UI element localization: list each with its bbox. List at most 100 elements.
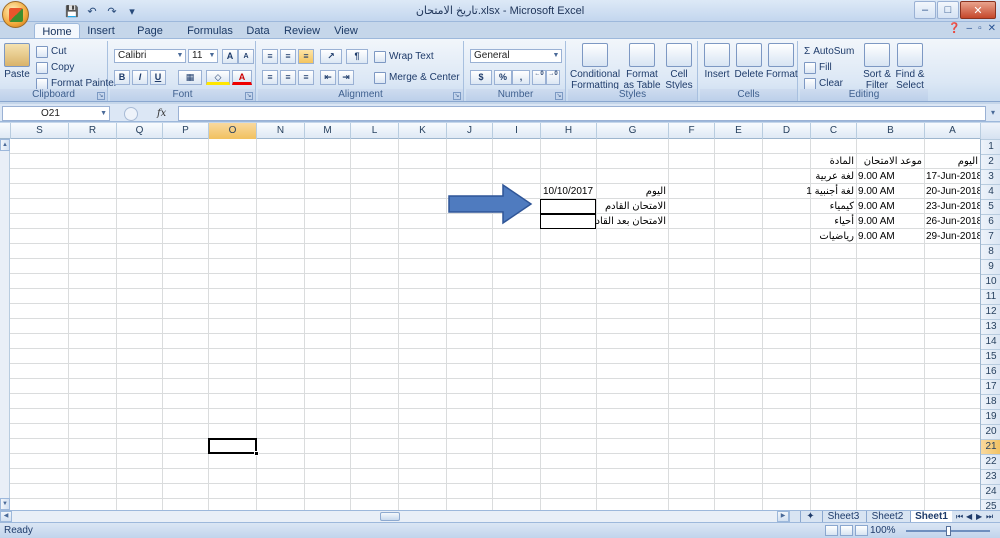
currency-button[interactable]: $	[470, 70, 492, 85]
today-label[interactable]: اليوم	[596, 184, 668, 199]
align-top-icon[interactable]: ≡	[262, 49, 278, 64]
row-header[interactable]: 1	[981, 139, 1000, 154]
format-cells-button[interactable]: Format	[766, 43, 798, 80]
cell-area[interactable]: اليوم موعد الامتحان المادة 17-Jun-2018 9…	[10, 139, 982, 510]
page-layout-view-icon[interactable]	[840, 525, 853, 536]
column-header[interactable]: A	[924, 123, 980, 139]
cancel-entry-icon[interactable]	[123, 106, 138, 121]
header-exam-time[interactable]: موعد الامتحان	[856, 154, 924, 169]
exam-time[interactable]: 9.00 AM	[856, 199, 924, 214]
vertical-scrollbar[interactable]: ▲ ▼	[0, 139, 10, 510]
row-header[interactable]: 9	[981, 259, 1000, 274]
format-as-table-button[interactable]: Format as Table	[622, 43, 662, 91]
row-header[interactable]: 10	[981, 274, 1000, 289]
row-header[interactable]: 11	[981, 289, 1000, 304]
column-header[interactable]: P	[162, 123, 208, 139]
scroll-up-icon[interactable]: ▲	[0, 139, 10, 151]
first-sheet-icon[interactable]: ⏮	[956, 512, 963, 522]
comma-button[interactable]: ,	[512, 70, 530, 85]
ribbon-restore-icon[interactable]: ▫	[978, 23, 982, 34]
cut-button[interactable]: Cut	[36, 44, 67, 59]
scroll-down-icon[interactable]: ▼	[0, 498, 10, 510]
maximize-button[interactable]: □	[937, 1, 959, 19]
row-header[interactable]: 23	[981, 469, 1000, 484]
row-header[interactable]: 17	[981, 379, 1000, 394]
row-header[interactable]: 3	[981, 169, 1000, 184]
font-launcher-icon[interactable]: ↘	[245, 92, 253, 100]
find-select-button[interactable]: Find & Select	[894, 43, 926, 91]
delete-cells-button[interactable]: Delete	[734, 43, 764, 80]
exam-date[interactable]: 29-Jun-2018	[924, 229, 982, 244]
row-header[interactable]: 22	[981, 454, 1000, 469]
decrease-indent-icon[interactable]: ⇤	[320, 70, 336, 85]
zoom-slider-knob[interactable]	[946, 526, 951, 536]
formula-input[interactable]	[178, 106, 986, 121]
help-icon[interactable]: ❓	[948, 23, 960, 34]
exam-subject[interactable]: لغة أجنبية 1	[790, 184, 856, 199]
column-header[interactable]: M	[304, 123, 350, 139]
column-header[interactable]: R	[68, 123, 116, 139]
sort-filter-button[interactable]: Sort & Filter	[862, 43, 892, 91]
column-header[interactable]: F	[668, 123, 714, 139]
next-exam-label[interactable]: الامتحان القادم	[596, 199, 668, 214]
expand-formula-bar-icon[interactable]: ▾	[988, 106, 998, 121]
column-header[interactable]: D	[762, 123, 810, 139]
next-sheet-icon[interactable]: ▶	[976, 512, 982, 521]
row-header[interactable]: 14	[981, 334, 1000, 349]
tab-insert[interactable]: Insert	[80, 23, 122, 39]
prev-sheet-icon[interactable]: ◀	[966, 512, 972, 521]
tab-page-layout[interactable]: Page Layout	[122, 23, 178, 49]
row-header[interactable]: 5	[981, 199, 1000, 214]
exam-time[interactable]: 9.00 AM	[856, 169, 924, 184]
copy-button[interactable]: Copy	[36, 60, 74, 75]
normal-view-icon[interactable]	[825, 525, 838, 536]
paste-button[interactable]: Paste	[4, 43, 30, 80]
align-center-icon[interactable]: ≡	[280, 70, 296, 85]
column-header[interactable]: S	[10, 123, 68, 139]
increase-indent-icon[interactable]: ⇥	[338, 70, 354, 85]
font-family-select[interactable]: Calibri ▼	[114, 49, 186, 63]
row-header[interactable]: 6	[981, 214, 1000, 229]
column-header[interactable]: I	[492, 123, 540, 139]
font-size-select[interactable]: 11 ▼	[188, 49, 218, 63]
exam-date[interactable]: 23-Jun-2018	[924, 199, 982, 214]
tab-review[interactable]: Review	[284, 23, 320, 39]
underline-button[interactable]: U	[150, 70, 166, 85]
column-header-selected[interactable]: O	[208, 123, 256, 139]
row-header[interactable]: 8	[981, 244, 1000, 259]
exam-subject[interactable]: أحياء	[790, 214, 856, 229]
row-header[interactable]: 12	[981, 304, 1000, 319]
row-header[interactable]: 4	[981, 184, 1000, 199]
conditional-formatting-button[interactable]: Conditional Formatting	[570, 43, 620, 91]
row-header-selected[interactable]: 21	[981, 439, 1000, 454]
exam-date[interactable]: 26-Jun-2018	[924, 214, 982, 229]
column-header[interactable]: B	[856, 123, 924, 139]
exam-date[interactable]: 17-Jun-2018	[924, 169, 982, 184]
row-header[interactable]: 16	[981, 364, 1000, 379]
minimize-button[interactable]: –	[914, 1, 936, 19]
name-box[interactable]: O21 ▼	[2, 106, 110, 121]
exam-subject[interactable]: كيمياء	[790, 199, 856, 214]
rtl-icon[interactable]: ¶	[346, 49, 368, 64]
insert-cells-button[interactable]: Insert	[702, 43, 732, 80]
exam-time[interactable]: 9.00 AM	[856, 214, 924, 229]
column-header[interactable]: J	[446, 123, 492, 139]
decrease-decimal-button[interactable]: →0	[546, 70, 560, 85]
select-all-corner[interactable]	[980, 123, 1000, 139]
align-left-icon[interactable]: ≡	[262, 70, 278, 85]
row-header[interactable]: 25	[981, 499, 1000, 510]
ribbon-minimize-icon[interactable]: –	[967, 23, 973, 34]
row-header[interactable]: 20	[981, 424, 1000, 439]
column-header[interactable]: E	[714, 123, 762, 139]
ribbon-close-icon[interactable]: ✕	[988, 23, 996, 34]
align-bottom-icon[interactable]: ≡	[298, 49, 314, 64]
alignment-launcher-icon[interactable]: ↘	[453, 92, 461, 100]
after-next-exam-label[interactable]: الامتحان بعد القادم	[586, 214, 668, 229]
column-header[interactable]: Q	[116, 123, 162, 139]
tab-data[interactable]: Data	[244, 23, 272, 39]
column-header[interactable]: L	[350, 123, 398, 139]
row-header[interactable]: 13	[981, 319, 1000, 334]
font-color-icon[interactable]: A	[232, 70, 252, 85]
active-cell[interactable]	[208, 438, 259, 456]
last-sheet-icon[interactable]: ⏭	[986, 512, 993, 522]
